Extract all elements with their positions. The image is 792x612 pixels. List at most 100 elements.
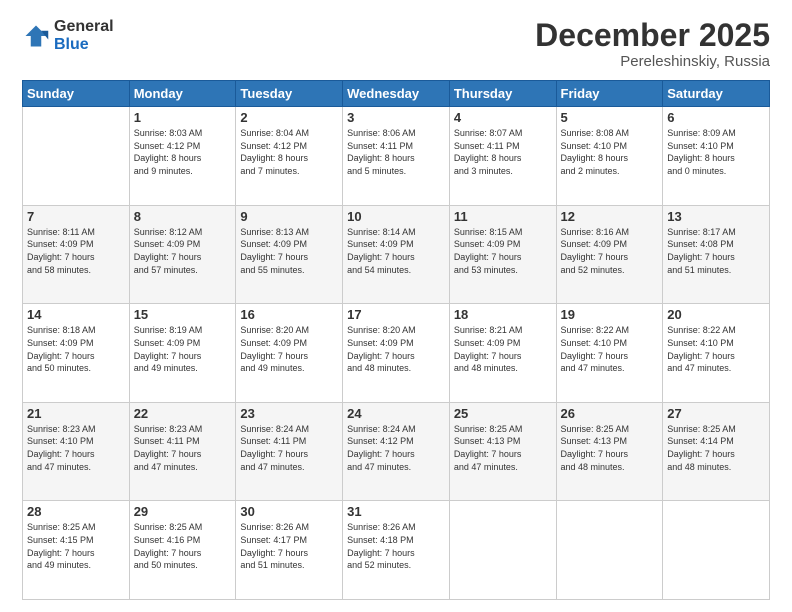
day-number: 17 [347,307,445,322]
day-info: Sunrise: 8:13 AM Sunset: 4:09 PM Dayligh… [240,226,338,276]
day-cell: 13 Sunrise: 8:17 AM Sunset: 4:08 PM Dayli… [663,205,770,304]
day-cell: 3 Sunrise: 8:06 AM Sunset: 4:11 PM Daylig… [343,107,450,206]
day-cell [556,501,663,600]
day-info: Sunrise: 8:08 AM Sunset: 4:10 PM Dayligh… [561,127,659,177]
day-number: 26 [561,406,659,421]
day-cell: 22Sunrise: 8:23 AM Sunset: 4:11 PM Dayli… [129,402,236,501]
day-cell [449,501,556,600]
day-info: Sunrise: 8:18 AM Sunset: 4:09 PM Dayligh… [27,324,125,374]
day-cell: 29 Sunrise: 8:25 AM Sunset: 4:16 PM Dayli… [129,501,236,600]
day-info: Sunrise: 8:26 AM Sunset: 4:18 PM Dayligh… [347,521,445,571]
day-number: 25 [454,406,552,421]
day-info: Sunrise: 8:20 AM Sunset: 4:09 PM Dayligh… [240,324,338,374]
day-cell [663,501,770,600]
day-number: 31 [347,504,445,519]
day-cell: 26Sunrise: 8:25 AM Sunset: 4:13 PM Dayli… [556,402,663,501]
day-number: 29 [134,504,232,519]
day-info: Sunrise: 8:20 AM Sunset: 4:09 PM Dayligh… [347,324,445,374]
logo: General Blue [22,18,114,53]
day-info: Sunrise: 8:21 AM Sunset: 4:09 PM Dayligh… [454,324,552,374]
day-info: Sunrise: 8:14 AM Sunset: 4:09 PM Dayligh… [347,226,445,276]
day-info: Sunrise: 8:22 AM Sunset: 4:10 PM Dayligh… [667,324,765,374]
day-cell: 23Sunrise: 8:24 AM Sunset: 4:11 PM Dayli… [236,402,343,501]
day-number: 7 [27,209,125,224]
col-header-thursday: Thursday [449,81,556,107]
day-info: Sunrise: 8:04 AM Sunset: 4:12 PM Dayligh… [240,127,338,177]
week-row-4: 21 Sunrise: 8:23 AM Sunset: 4:10 PM Dayli… [23,402,770,501]
day-info: Sunrise: 8:19 AM Sunset: 4:09 PM Dayligh… [134,324,232,374]
day-number: 14 [27,307,125,322]
day-number: 20 [667,307,765,322]
week-row-1: 1 Sunrise: 8:03 AM Sunset: 4:12 PM Daylig… [23,107,770,206]
day-info: Sunrise: 8:25 AM Sunset: 4:15 PM Dayligh… [27,521,125,571]
day-number: 10 [347,209,445,224]
day-cell: 4Sunrise: 8:07 AM Sunset: 4:11 PM Daylig… [449,107,556,206]
week-row-2: 7 Sunrise: 8:11 AM Sunset: 4:09 PM Daylig… [23,205,770,304]
col-header-monday: Monday [129,81,236,107]
day-cell: 31 Sunrise: 8:26 AM Sunset: 4:18 PM Dayli… [343,501,450,600]
day-cell: 11Sunrise: 8:15 AM Sunset: 4:09 PM Dayli… [449,205,556,304]
day-cell: 21 Sunrise: 8:23 AM Sunset: 4:10 PM Dayli… [23,402,130,501]
col-header-tuesday: Tuesday [236,81,343,107]
day-number: 13 [667,209,765,224]
day-number: 21 [27,406,125,421]
day-info: Sunrise: 8:23 AM Sunset: 4:10 PM Dayligh… [27,423,125,473]
col-header-saturday: Saturday [663,81,770,107]
day-info: Sunrise: 8:06 AM Sunset: 4:11 PM Dayligh… [347,127,445,177]
day-number: 11 [454,209,552,224]
day-cell: 30Sunrise: 8:26 AM Sunset: 4:17 PM Dayli… [236,501,343,600]
day-cell: 20 Sunrise: 8:22 AM Sunset: 4:10 PM Dayli… [663,304,770,403]
day-cell: 28 Sunrise: 8:25 AM Sunset: 4:15 PM Dayli… [23,501,130,600]
logo-general-text: General [54,18,114,36]
day-number: 5 [561,110,659,125]
day-info: Sunrise: 8:09 AM Sunset: 4:10 PM Dayligh… [667,127,765,177]
day-info: Sunrise: 8:25 AM Sunset: 4:16 PM Dayligh… [134,521,232,571]
day-info: Sunrise: 8:12 AM Sunset: 4:09 PM Dayligh… [134,226,232,276]
day-info: Sunrise: 8:25 AM Sunset: 4:13 PM Dayligh… [454,423,552,473]
day-number: 2 [240,110,338,125]
logo-text: General Blue [54,18,114,53]
day-cell: 19Sunrise: 8:22 AM Sunset: 4:10 PM Dayli… [556,304,663,403]
day-cell: 16 Sunrise: 8:20 AM Sunset: 4:09 PM Dayli… [236,304,343,403]
day-info: Sunrise: 8:11 AM Sunset: 4:09 PM Dayligh… [27,226,125,276]
col-header-friday: Friday [556,81,663,107]
day-cell: 25 Sunrise: 8:25 AM Sunset: 4:13 PM Dayli… [449,402,556,501]
day-number: 1 [134,110,232,125]
day-cell: 27 Sunrise: 8:25 AM Sunset: 4:14 PM Dayli… [663,402,770,501]
day-number: 4 [454,110,552,125]
day-cell: 15 Sunrise: 8:19 AM Sunset: 4:09 PM Dayli… [129,304,236,403]
day-cell: 24 Sunrise: 8:24 AM Sunset: 4:12 PM Dayli… [343,402,450,501]
day-info: Sunrise: 8:24 AM Sunset: 4:12 PM Dayligh… [347,423,445,473]
day-number: 27 [667,406,765,421]
calendar-table: SundayMondayTuesdayWednesdayThursdayFrid… [22,80,770,600]
day-info: Sunrise: 8:26 AM Sunset: 4:17 PM Dayligh… [240,521,338,571]
page: General Blue December 2025 Pereleshinski… [0,0,792,612]
location-subtitle: Pereleshinskiy, Russia [535,53,770,70]
day-number: 9 [240,209,338,224]
day-number: 3 [347,110,445,125]
month-title: December 2025 [535,18,770,53]
col-header-sunday: Sunday [23,81,130,107]
day-number: 12 [561,209,659,224]
day-number: 6 [667,110,765,125]
day-cell: 6 Sunrise: 8:09 AM Sunset: 4:10 PM Daylig… [663,107,770,206]
week-row-3: 14 Sunrise: 8:18 AM Sunset: 4:09 PM Dayli… [23,304,770,403]
day-number: 24 [347,406,445,421]
day-info: Sunrise: 8:17 AM Sunset: 4:08 PM Dayligh… [667,226,765,276]
day-cell: 9 Sunrise: 8:13 AM Sunset: 4:09 PM Daylig… [236,205,343,304]
day-cell: 14 Sunrise: 8:18 AM Sunset: 4:09 PM Dayli… [23,304,130,403]
day-number: 18 [454,307,552,322]
day-cell [23,107,130,206]
day-info: Sunrise: 8:16 AM Sunset: 4:09 PM Dayligh… [561,226,659,276]
day-info: Sunrise: 8:25 AM Sunset: 4:14 PM Dayligh… [667,423,765,473]
day-cell: 1 Sunrise: 8:03 AM Sunset: 4:12 PM Daylig… [129,107,236,206]
day-number: 28 [27,504,125,519]
day-cell: 18 Sunrise: 8:21 AM Sunset: 4:09 PM Dayli… [449,304,556,403]
header-row: SundayMondayTuesdayWednesdayThursdayFrid… [23,81,770,107]
day-info: Sunrise: 8:03 AM Sunset: 4:12 PM Dayligh… [134,127,232,177]
day-cell: 10 Sunrise: 8:14 AM Sunset: 4:09 PM Dayli… [343,205,450,304]
day-info: Sunrise: 8:23 AM Sunset: 4:11 PM Dayligh… [134,423,232,473]
day-info: Sunrise: 8:24 AM Sunset: 4:11 PM Dayligh… [240,423,338,473]
day-number: 16 [240,307,338,322]
day-number: 15 [134,307,232,322]
